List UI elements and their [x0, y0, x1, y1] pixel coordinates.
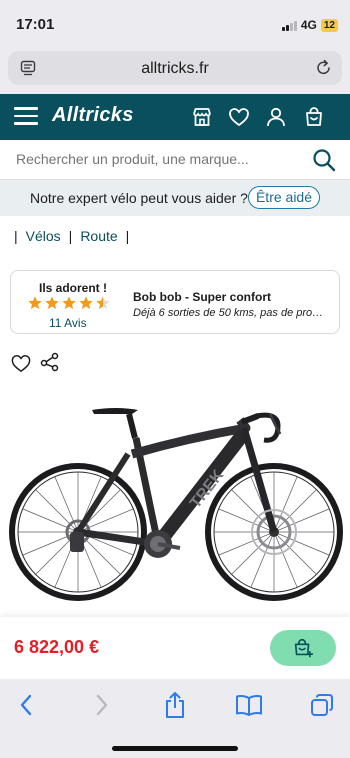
- tabs-icon[interactable]: [310, 693, 334, 717]
- search-icon[interactable]: [312, 148, 336, 172]
- expert-banner: Notre expert vélo peut vous aider ? ➔ Êt…: [0, 180, 350, 216]
- favorite-heart-icon[interactable]: [10, 353, 32, 373]
- rating-stars: [27, 295, 111, 311]
- address-bar[interactable]: alltricks.fr: [8, 51, 342, 85]
- breadcrumb-item-velos[interactable]: Vélos: [26, 228, 61, 244]
- search-input[interactable]: [16, 151, 296, 167]
- product-image-bike[interactable]: TREK: [8, 398, 344, 604]
- browser-address-area: alltricks.fr: [0, 46, 350, 94]
- breadcrumb: | Vélos | Route |: [14, 228, 129, 244]
- home-indicator: [112, 746, 238, 751]
- battery-icon: 12: [320, 18, 338, 32]
- star-icon: [45, 296, 59, 309]
- network-label: 4G: [300, 18, 317, 32]
- store-icon[interactable]: [190, 105, 214, 129]
- signal-icon: [281, 20, 297, 31]
- breadcrumb-separator: |: [125, 228, 130, 244]
- breadcrumb-separator: |: [68, 228, 73, 244]
- menu-icon[interactable]: [14, 107, 38, 127]
- reload-icon[interactable]: [316, 59, 332, 77]
- browser-toolbar: [0, 679, 350, 758]
- heart-icon[interactable]: [227, 105, 251, 129]
- expert-help-button[interactable]: Être aidé: [248, 186, 320, 209]
- search-bar: [0, 140, 350, 180]
- review-excerpt: Déjà 6 sorties de 50 kms, pas de probl..…: [133, 307, 329, 319]
- expert-text: Notre expert vélo peut vous aider ? ➔: [30, 190, 264, 206]
- star-half-icon: [96, 296, 110, 309]
- price-bar: 6 822,00 €: [0, 617, 350, 679]
- product-price: 6 822,00 €: [14, 637, 100, 657]
- forward-icon: [96, 694, 108, 716]
- add-to-cart-button[interactable]: [270, 630, 336, 666]
- cart-icon[interactable]: [302, 105, 326, 129]
- star-icon: [62, 296, 76, 309]
- breadcrumb-item-route[interactable]: Route: [80, 228, 117, 244]
- site-header: Alltricks: [0, 94, 350, 140]
- reviews-count[interactable]: 11 Avis: [49, 316, 87, 330]
- battery-level: 12: [323, 19, 335, 31]
- back-icon[interactable]: [18, 693, 34, 717]
- bookmarks-icon[interactable]: [235, 694, 263, 716]
- account-icon[interactable]: [264, 105, 288, 129]
- reviews-heading: Ils adorent !: [39, 281, 108, 295]
- share-sheet-icon[interactable]: [163, 691, 187, 719]
- status-indicators: 4G 12: [281, 18, 338, 32]
- url-text[interactable]: alltricks.fr: [8, 60, 342, 78]
- star-icon: [79, 296, 93, 309]
- share-icon[interactable]: [40, 352, 60, 372]
- review-title: Bob bob - Super confort: [133, 290, 271, 304]
- add-to-cart-icon: [294, 639, 313, 658]
- status-bar: 17:01 4G 12: [0, 0, 350, 46]
- star-icon: [28, 296, 42, 309]
- review-card[interactable]: Ils adorent ! 11 Avis Bob bob - Super co…: [10, 270, 340, 334]
- status-time: 17:01: [16, 16, 55, 33]
- site-logo[interactable]: Alltricks: [52, 104, 134, 127]
- breadcrumb-separator: |: [14, 228, 18, 244]
